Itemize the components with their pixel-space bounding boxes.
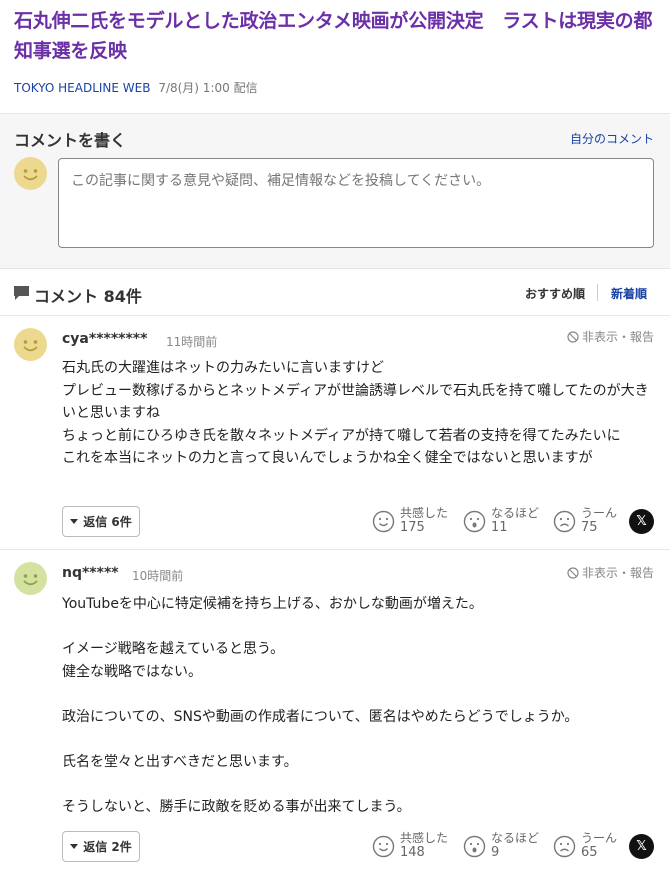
- reaction-count: 75: [581, 520, 598, 535]
- reaction-count: 175: [400, 520, 425, 535]
- sort-divider: [597, 284, 598, 301]
- article-title: 石丸伸二氏をモデルとした政治エンタメ映画が公開決定 ラストは現実の都知事選を反映: [14, 10, 653, 62]
- reaction-label: 共感した: [400, 831, 449, 845]
- reaction-label: なるほど: [491, 831, 540, 845]
- comment-username[interactable]: cya********: [62, 331, 147, 347]
- smiley-avatar-icon: [14, 562, 47, 595]
- avatar: [14, 328, 47, 365]
- speech-bubble-icon: [14, 286, 29, 300]
- reaction-count: 9: [491, 845, 500, 860]
- comment-text: 石丸氏の大躍進はネットの力みたいに言いますけど プレビュー数稼げるからとネットメ…: [62, 360, 649, 466]
- reaction-label: 共感した: [400, 506, 449, 520]
- comment-item: cya******** 11時間前 非表示・報告 石丸氏の大躍進はネットの力みた…: [0, 316, 670, 550]
- sort-recommended-tab[interactable]: おすすめ順: [525, 285, 585, 302]
- comment-username[interactable]: nq*****: [62, 565, 119, 581]
- publish-date: 7/8(月) 1:00 配信: [158, 81, 258, 95]
- comment-body: YouTubeを中心に特定候補を持ち上げる、おかしな動画が増えた。 イメージ戦略…: [62, 593, 654, 818]
- comment-body: 石丸氏の大躍進はネットの力みたいに言いますけど プレビュー数稼げるからとネットメ…: [62, 357, 654, 470]
- reaction-label: なるほど: [491, 506, 540, 520]
- insightful-reaction-button[interactable]: なるほど 11: [463, 505, 539, 537]
- comment-timestamp: 10時間前: [132, 569, 184, 583]
- comment-input[interactable]: [58, 158, 654, 248]
- user-avatar: [14, 157, 47, 194]
- frown-icon: [553, 835, 576, 857]
- reply-count-label: 返信 6件: [83, 515, 132, 529]
- reaction-count: 148: [400, 845, 425, 860]
- frown-icon: [553, 510, 576, 532]
- comment-list-header: コメント 84件 おすすめ順 新着順: [0, 270, 670, 316]
- insightful-reaction-button[interactable]: なるほど 9: [463, 830, 539, 862]
- sort-newest-tab[interactable]: 新着順: [611, 285, 647, 302]
- hide-report-link[interactable]: 非表示・報告: [567, 328, 654, 345]
- hide-report-label: 非表示・報告: [581, 566, 654, 580]
- empathy-reaction-button[interactable]: 共感した 148: [372, 830, 448, 862]
- hide-report-link[interactable]: 非表示・報告: [567, 564, 654, 581]
- comment-timestamp: 11時間前: [166, 335, 218, 349]
- empathy-reaction-button[interactable]: 共感した 175: [372, 505, 448, 537]
- caret-down-icon: [70, 844, 79, 849]
- reaction-count: 65: [581, 845, 598, 860]
- hmm-reaction-button[interactable]: うーん 65: [553, 830, 617, 862]
- source-link[interactable]: TOKYO HEADLINE WEB: [14, 81, 150, 95]
- block-icon: [567, 330, 579, 343]
- surprised-icon: [463, 510, 486, 532]
- smiley-avatar-icon: [14, 157, 47, 190]
- smile-icon: [372, 510, 395, 532]
- caret-down-icon: [70, 519, 79, 524]
- comment-text: YouTubeを中心に特定候補を持ち上げる、おかしな動画が増えた。 イメージ戦略…: [62, 596, 579, 815]
- hide-report-label: 非表示・報告: [581, 330, 654, 344]
- my-comments-link[interactable]: 自分のコメント: [570, 130, 654, 147]
- block-icon: [567, 566, 579, 579]
- reaction-count: 11: [491, 520, 508, 535]
- x-share-icon[interactable]: 𝕏: [629, 509, 654, 534]
- reaction-label: うーん: [581, 831, 618, 845]
- article-source-line: TOKYO HEADLINE WEB 7/8(月) 1:00 配信: [14, 80, 258, 96]
- reply-count-label: 返信 2件: [83, 840, 132, 854]
- avatar: [14, 562, 47, 599]
- x-share-icon[interactable]: 𝕏: [629, 834, 654, 859]
- smiley-avatar-icon: [14, 328, 47, 361]
- reaction-label: うーん: [581, 506, 618, 520]
- comment-compose-section: コメントを書く 自分のコメント: [0, 113, 670, 269]
- reply-toggle-button[interactable]: 返信 2件: [62, 831, 140, 862]
- reply-toggle-button[interactable]: 返信 6件: [62, 506, 140, 537]
- surprised-icon: [463, 835, 486, 857]
- hmm-reaction-button[interactable]: うーん 75: [553, 505, 617, 537]
- comment-count: コメント 84件: [34, 287, 142, 306]
- comment-item: nq***** 10時間前 非表示・報告 YouTubeを中心に特定候補を持ち上…: [0, 550, 670, 878]
- smile-icon: [372, 835, 395, 857]
- compose-heading: コメントを書く: [14, 131, 127, 150]
